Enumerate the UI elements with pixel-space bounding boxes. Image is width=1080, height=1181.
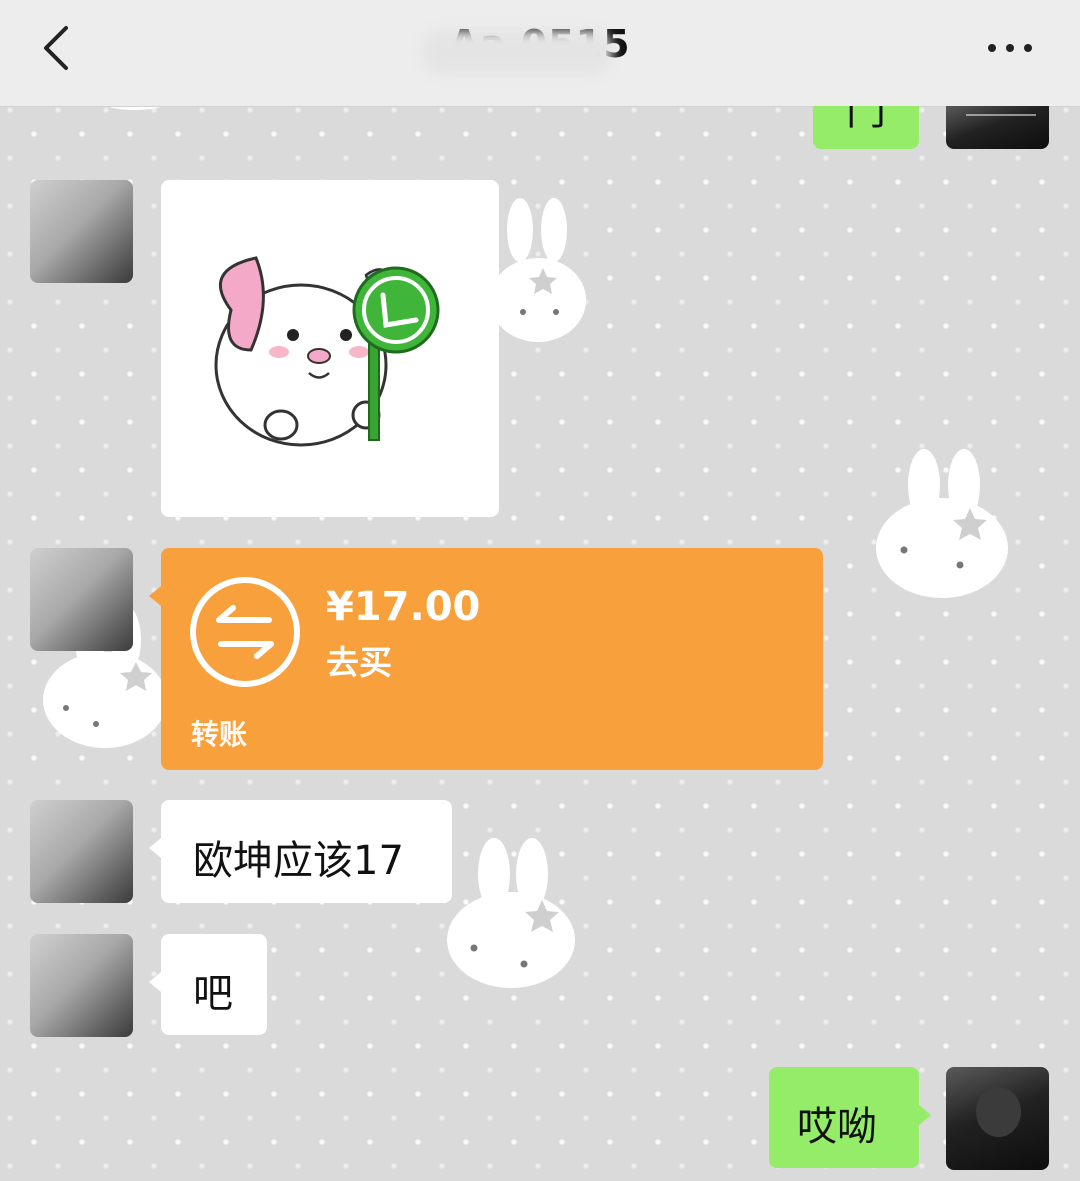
- transfer-arrows-icon: [190, 577, 300, 687]
- transfer-label: 转账: [191, 718, 248, 751]
- bunny-decoration-icon: [490, 198, 586, 342]
- transfer-amount: ¥17.00: [326, 584, 481, 630]
- chat-header: Aa 0515: [0, 0, 1080, 107]
- message-text: 门: [846, 106, 886, 134]
- bunny-decoration-icon: [447, 838, 575, 988]
- transfer-card[interactable]: ¥17.00 去买 转账: [149, 548, 823, 770]
- bunny-decoration-icon: [876, 449, 1008, 598]
- message-bubble-other[interactable]: 欧坤应该17: [149, 800, 452, 903]
- message-bubble-other[interactable]: 吧: [149, 934, 267, 1035]
- transfer-action: 去买: [326, 643, 392, 682]
- title-redaction: [422, 30, 612, 74]
- sticker-message[interactable]: [161, 180, 499, 517]
- avatar-self[interactable]: [946, 106, 1049, 149]
- message-text: 吧: [193, 971, 233, 1017]
- avatar-other[interactable]: [30, 934, 133, 1037]
- avatar-other[interactable]: [30, 180, 133, 283]
- puppy-sticker-icon: [214, 256, 440, 447]
- more-dots-icon: [988, 44, 1032, 52]
- message-text: 欧坤应该17: [193, 838, 404, 884]
- more-button[interactable]: [980, 28, 1040, 68]
- message-text: 哎呦: [797, 1104, 877, 1150]
- avatar-self[interactable]: [946, 1067, 1049, 1170]
- avatar-other[interactable]: [30, 548, 133, 651]
- avatar-other[interactable]: [30, 800, 133, 903]
- message-bubble-self[interactable]: 哎呦: [769, 1067, 931, 1168]
- message-bubble-self[interactable]: 门: [813, 106, 919, 149]
